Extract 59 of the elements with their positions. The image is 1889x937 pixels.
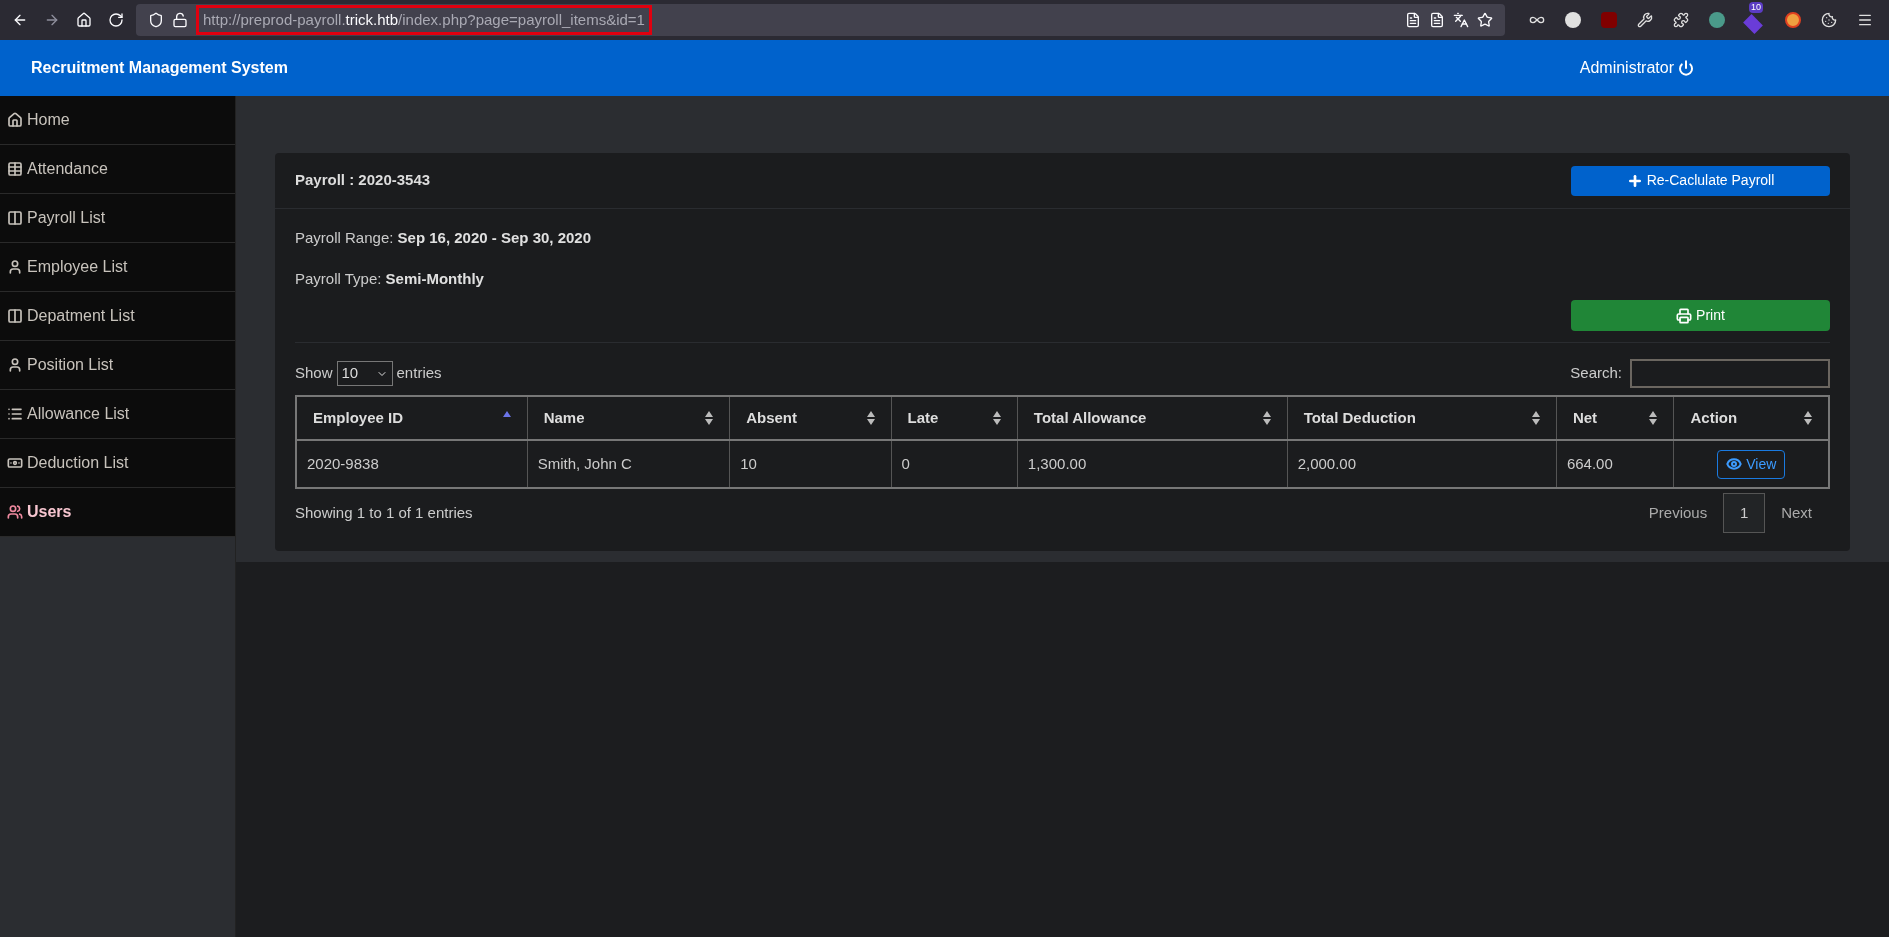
sidebar-item[interactable]: Home — [0, 96, 235, 145]
forward-icon[interactable] — [44, 12, 60, 28]
app-title: Recruitment Management System — [31, 58, 288, 78]
note-icon[interactable] — [1429, 12, 1445, 28]
page-button[interactable]: 1 — [1723, 493, 1766, 533]
extension-badge: 10 — [1749, 2, 1763, 13]
list-icon — [7, 406, 23, 422]
print-button[interactable]: Print — [1571, 300, 1830, 331]
page-size-select[interactable]: 10 — [336, 361, 393, 386]
table-icon — [7, 161, 23, 177]
view-button[interactable]: View — [1717, 449, 1786, 479]
search-label: Search: — [1570, 363, 1622, 384]
user-icon — [7, 357, 23, 373]
previous-link[interactable]: Previous — [1632, 501, 1724, 525]
recalculate-button[interactable]: Re-Caclulate Payroll — [1571, 165, 1830, 196]
table-info: Showing 1 to 1 of 1 entries — [295, 502, 473, 523]
translate-icon[interactable] — [1453, 12, 1469, 28]
banknote-icon — [7, 455, 23, 471]
shield-icon[interactable] — [148, 12, 164, 28]
wrench-icon[interactable] — [1637, 12, 1653, 28]
power-icon[interactable] — [1678, 60, 1694, 76]
sidebar-item[interactable]: Depatment List — [0, 292, 235, 341]
lock-icon[interactable] — [172, 12, 188, 28]
card-title: Payroll : 2020-3543 — [295, 170, 431, 191]
sidebar-item[interactable]: Payroll List — [0, 194, 235, 243]
user-icon — [7, 259, 23, 275]
sidebar-item[interactable]: Position List — [0, 341, 235, 390]
sidebar-item[interactable]: Allowance List — [0, 390, 235, 439]
payroll-type: Payroll Type: Semi-Monthly — [295, 268, 485, 289]
sidebar-item[interactable]: Attendance — [0, 145, 235, 194]
back-icon[interactable] — [12, 12, 28, 28]
plus-icon — [1626, 172, 1643, 189]
bookmark-star-icon[interactable] — [1477, 12, 1493, 28]
url-text[interactable]: http://preprod-payroll.trick.htb/index.php?page=payroll_items&id=1 — [196, 5, 652, 35]
payroll-range: Payroll Range: Sep 16, 2020 - Sep 30, 2020 — [295, 228, 593, 248]
home-icon[interactable] — [76, 12, 92, 28]
mask-extension-icon[interactable] — [1709, 12, 1725, 28]
blocked-extension-icon[interactable] — [1785, 12, 1801, 28]
home-icon — [7, 112, 23, 128]
show-label: Show — [295, 363, 333, 384]
cookie-icon[interactable] — [1821, 12, 1837, 28]
reload-icon[interactable] — [108, 12, 124, 28]
sidebar-item[interactable]: Users — [0, 488, 235, 537]
address-bar[interactable]: http://preprod-payroll.trick.htb/index.php?page=payroll_items&id=1 — [136, 4, 1505, 36]
columns-icon — [7, 308, 23, 324]
next-link[interactable]: Next — [1765, 501, 1828, 525]
sidebar-item[interactable]: Deduction List — [0, 439, 235, 488]
entries-label: entries — [396, 363, 442, 384]
search-field[interactable] — [1630, 359, 1830, 388]
menu-icon[interactable] — [1857, 12, 1873, 28]
circle-extension-icon[interactable] — [1565, 12, 1581, 28]
sidebar-item[interactable]: Employee List — [0, 243, 235, 292]
reader-view-icon[interactable] — [1405, 12, 1421, 28]
eye-icon — [1726, 456, 1743, 472]
puzzle-icon[interactable] — [1673, 12, 1689, 28]
columns-icon — [7, 210, 23, 226]
user-name[interactable]: Administrator — [1579, 56, 1674, 80]
users-icon — [7, 504, 23, 520]
printer-icon — [1676, 307, 1693, 324]
